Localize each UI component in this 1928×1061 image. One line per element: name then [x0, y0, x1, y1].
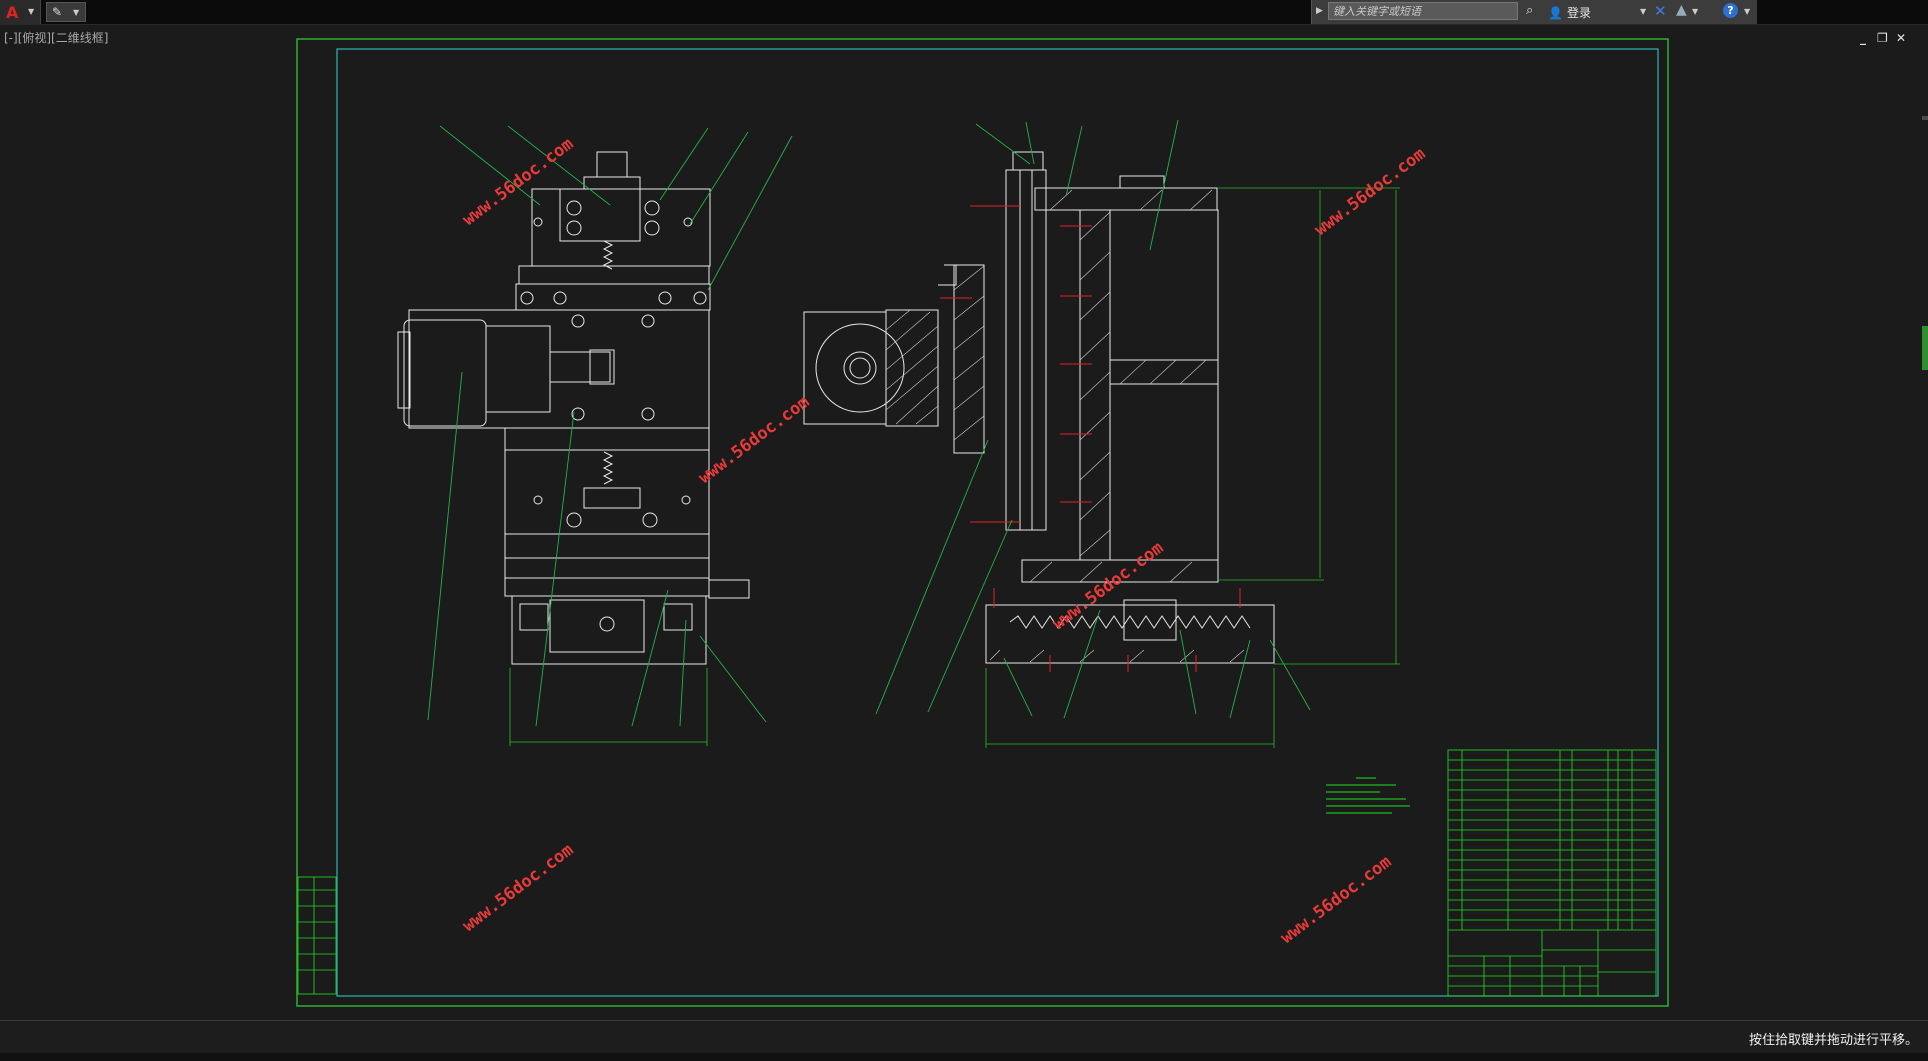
binding-margin-table: [297, 876, 337, 995]
watermark-text: www.56doc.com: [1311, 144, 1429, 240]
parts-list-table: [1447, 749, 1657, 997]
right-dimension-lines: [985, 187, 1400, 748]
section-hatching: [885, 189, 1245, 663]
watermark-text: www.56doc.com: [1049, 538, 1167, 634]
watermark-group: www.56doc.com www.56doc.com www.56doc.co…: [459, 134, 1429, 948]
watermark-text: www.56doc.com: [695, 392, 813, 488]
status-bar: 按住拾取键并拖动进行平移。: [0, 1020, 1928, 1061]
watermark-text: www.56doc.com: [459, 840, 577, 936]
left-view-part: [397, 151, 750, 665]
scroll-marker[interactable]: [1922, 326, 1928, 370]
right-view-section: [803, 151, 1275, 664]
drawing-canvas[interactable]: www.56doc.com www.56doc.com www.56doc.co…: [0, 0, 1928, 1020]
status-message: 按住拾取键并拖动进行平移。: [1748, 1033, 1918, 1048]
technical-notes: [1326, 777, 1410, 814]
watermark-text: www.56doc.com: [1277, 852, 1395, 948]
left-dimension-line: [509, 668, 708, 746]
scroll-marker: [1922, 116, 1928, 120]
